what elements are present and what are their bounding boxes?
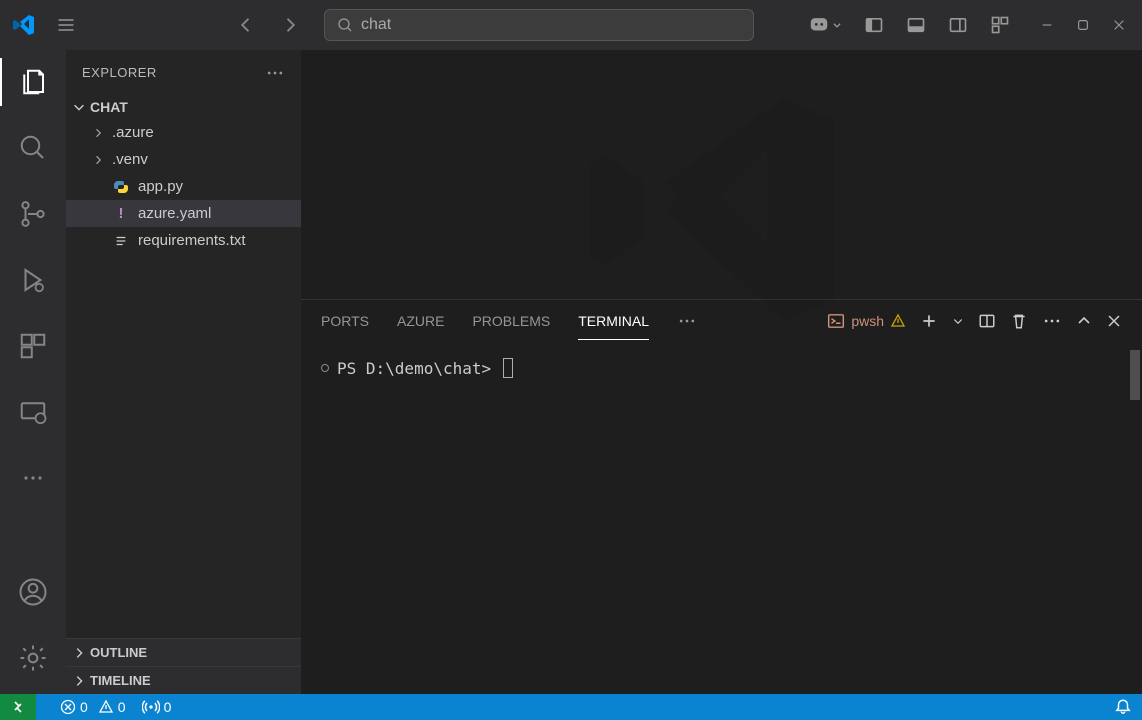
terminal-body[interactable]: PS D:\demo\chat> — [301, 342, 1142, 694]
panel-tab-ports[interactable]: PORTS — [321, 303, 369, 339]
yaml-file-icon: ! — [112, 205, 130, 222]
chevron-down-icon — [72, 100, 86, 114]
panel-tab-azure[interactable]: AZURE — [397, 303, 444, 339]
layout-customize-icon[interactable] — [986, 11, 1014, 39]
sidebar-more-icon[interactable] — [265, 63, 285, 83]
tree-label: azure.yaml — [138, 205, 211, 222]
tree-label: .azure — [112, 124, 154, 141]
titlebar: chat — [0, 0, 1142, 50]
warning-icon — [890, 313, 906, 329]
folder-root[interactable]: CHAT — [66, 95, 301, 119]
warning-count: 0 — [118, 699, 126, 715]
command-center-search[interactable]: chat — [324, 9, 754, 41]
window-maximize-icon[interactable] — [1072, 14, 1094, 36]
statusbar-ports[interactable]: 0 — [142, 698, 172, 716]
search-icon — [337, 17, 353, 33]
terminal-split-icon[interactable] — [978, 312, 996, 330]
error-count: 0 — [80, 699, 88, 715]
section-outline[interactable]: OUTLINE — [66, 638, 301, 666]
folder-name: CHAT — [90, 99, 128, 115]
activity-accounts[interactable] — [9, 568, 57, 616]
activity-extensions[interactable] — [9, 322, 57, 370]
section-label: TIMELINE — [90, 673, 151, 688]
activity-settings[interactable] — [9, 634, 57, 682]
tree-folder-venv[interactable]: .venv — [66, 146, 301, 173]
sidebar-title: EXPLORER — [82, 65, 157, 80]
layout-panel-icon[interactable] — [902, 11, 930, 39]
search-text: chat — [361, 16, 391, 34]
terminal-new-icon[interactable] — [920, 312, 938, 330]
tree-label: app.py — [138, 178, 183, 195]
activity-source-control[interactable] — [9, 190, 57, 238]
ports-count: 0 — [164, 699, 172, 715]
error-icon — [60, 699, 76, 715]
terminal-prompt: PS D:\demo\chat> — [337, 359, 491, 378]
activity-explorer[interactable] — [9, 58, 57, 106]
chevron-right-icon — [92, 127, 104, 139]
section-timeline[interactable]: TIMELINE — [66, 666, 301, 694]
python-file-icon — [112, 179, 130, 195]
editor-area: PORTS AZURE PROBLEMS TERMINAL pwsh — [301, 50, 1142, 694]
layout-sidebar-left-icon[interactable] — [860, 11, 888, 39]
activity-run-debug[interactable] — [9, 256, 57, 304]
chevron-right-icon — [92, 154, 104, 166]
statusbar-problems[interactable]: 0 0 — [60, 699, 126, 715]
vscode-logo-icon — [12, 13, 36, 37]
statusbar-notifications[interactable] — [1114, 698, 1132, 716]
tree-file-app[interactable]: app.py — [66, 173, 301, 200]
terminal-scrollbar[interactable] — [1130, 350, 1140, 400]
window-minimize-icon[interactable] — [1036, 14, 1058, 36]
panel-maximize-icon[interactable] — [1076, 313, 1092, 329]
terminal-new-dropdown-icon[interactable] — [952, 315, 964, 327]
terminal-cursor — [503, 358, 513, 378]
statusbar: 0 0 0 — [0, 694, 1142, 720]
chevron-right-icon — [72, 646, 86, 660]
layout-sidebar-right-icon[interactable] — [944, 11, 972, 39]
window-close-icon[interactable] — [1108, 14, 1130, 36]
broadcast-icon — [142, 698, 160, 716]
prompt-status-icon — [321, 364, 329, 372]
file-tree: .azure .venv app.py ! azure.yaml require… — [66, 119, 301, 638]
warning-icon — [98, 699, 114, 715]
text-file-icon — [112, 234, 130, 248]
terminal-kill-icon[interactable] — [1010, 312, 1028, 330]
remote-icon — [10, 699, 26, 715]
activity-more-icon[interactable] — [9, 454, 57, 502]
copilot-icon[interactable] — [804, 10, 846, 40]
tree-label: requirements.txt — [138, 232, 246, 249]
hamburger-menu-icon[interactable] — [52, 11, 80, 39]
activity-remote[interactable] — [9, 388, 57, 436]
bottom-panel: PORTS AZURE PROBLEMS TERMINAL pwsh — [301, 299, 1142, 694]
section-label: OUTLINE — [90, 645, 147, 660]
activity-search[interactable] — [9, 124, 57, 172]
sidebar-explorer: EXPLORER CHAT .azure .venv app.py — [66, 50, 301, 694]
panel-tab-problems[interactable]: PROBLEMS — [472, 303, 550, 339]
nav-back-icon[interactable] — [228, 11, 264, 39]
panel-close-icon[interactable] — [1106, 313, 1122, 329]
vscode-watermark-icon — [582, 70, 862, 350]
panel-more-icon[interactable] — [1042, 311, 1062, 331]
nav-forward-icon[interactable] — [272, 11, 308, 39]
chevron-right-icon — [72, 674, 86, 688]
editor-empty — [301, 50, 1142, 299]
bell-icon — [1114, 698, 1132, 716]
tree-file-azure-yaml[interactable]: ! azure.yaml — [66, 200, 301, 227]
activity-bar — [0, 50, 66, 694]
statusbar-remote[interactable] — [0, 694, 36, 720]
tree-folder-azure[interactable]: .azure — [66, 119, 301, 146]
tree-label: .venv — [112, 151, 148, 168]
tree-file-requirements[interactable]: requirements.txt — [66, 227, 301, 254]
